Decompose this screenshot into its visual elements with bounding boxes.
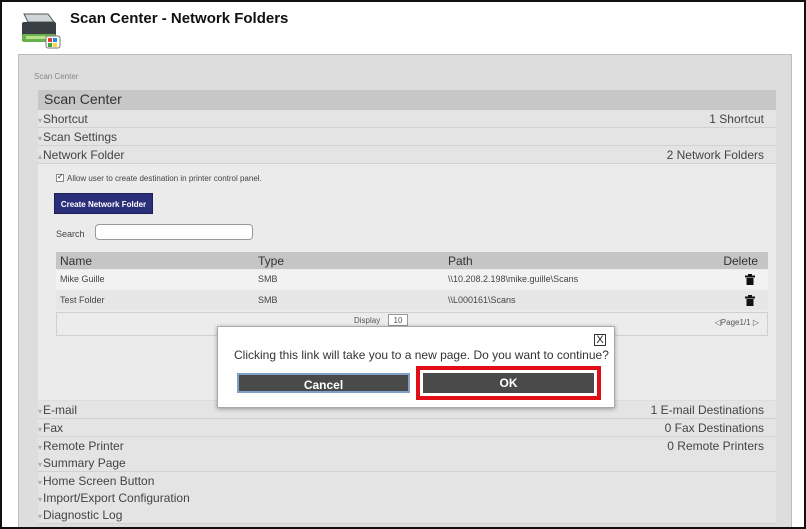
cell-name[interactable]: Test Folder <box>60 295 105 305</box>
row-summary-page[interactable]: Summary Page <box>38 454 776 472</box>
allow-create-checkbox[interactable]: Allow user to create destination in prin… <box>56 172 262 183</box>
row-label: Remote Printer <box>38 439 124 453</box>
pager[interactable]: ◁Page1/1 ▷ <box>715 318 759 327</box>
row-home-screen-button[interactable]: Home Screen Button <box>38 472 776 490</box>
row-label: Scan Settings <box>38 130 117 144</box>
ok-button[interactable]: OK <box>423 373 594 393</box>
row-label: Summary Page <box>38 456 126 470</box>
search-label: Search <box>56 229 85 239</box>
cancel-button[interactable]: Cancel <box>237 373 410 393</box>
row-label: Home Screen Button <box>38 474 154 488</box>
display-label: Display <box>354 316 381 325</box>
row-label: E-mail <box>38 403 77 417</box>
row-remote-printer[interactable]: Remote Printer 0 Remote Printers <box>38 437 776 455</box>
close-icon[interactable]: X <box>594 334 606 346</box>
row-count: 1 Shortcut <box>709 112 764 126</box>
page-title: Scan Center - Network Folders <box>70 10 289 27</box>
checkbox-label: Allow user to create destination in prin… <box>67 174 262 183</box>
cell-path: \\10.208.2.198\mike.guille\Scans <box>448 274 579 284</box>
create-network-folder-button[interactable]: Create Network Folder <box>54 193 153 214</box>
dialog-message: Clicking this link will take you to a ne… <box>234 348 609 362</box>
row-count: 0 Fax Destinations <box>664 421 764 435</box>
checkbox[interactable] <box>56 172 64 182</box>
row-label: Network Folder <box>38 148 124 162</box>
app-window: Scan Center - Network Folders Scan Cente… <box>0 0 806 529</box>
row-shortcut[interactable]: Shortcut 1 Shortcut <box>38 110 776 128</box>
display-count-select[interactable]: 10 <box>388 314 408 326</box>
cell-path: \\L000161\Scans <box>448 295 516 305</box>
section-header: Scan Center <box>38 90 776 110</box>
row-label: Diagnostic Log <box>38 508 122 522</box>
cell-type: SMB <box>258 295 278 305</box>
breadcrumb[interactable]: Scan Center <box>34 72 78 81</box>
row-scan-settings[interactable]: Scan Settings <box>38 128 776 146</box>
table-header: Name Type Path Delete <box>56 252 768 269</box>
trash-icon[interactable] <box>745 295 755 306</box>
search-input[interactable] <box>95 224 253 240</box>
table-row[interactable]: Mike Guille SMB \\10.208.2.198\mike.guil… <box>56 270 768 289</box>
row-count: 0 Remote Printers <box>667 439 764 453</box>
row-network-folder[interactable]: Network Folder 2 Network Folders <box>38 146 776 164</box>
row-count: 2 Network Folders <box>666 148 764 162</box>
row-count: 1 E-mail Destinations <box>650 403 764 417</box>
cell-type: SMB <box>258 274 278 284</box>
row-diagnostic-log[interactable]: Diagnostic Log <box>38 506 776 524</box>
row-fax[interactable]: Fax 0 Fax Destinations <box>38 419 776 437</box>
row-label: Import/Export Configuration <box>38 491 190 505</box>
col-type[interactable]: Type <box>258 254 284 268</box>
app-header: Scan Center - Network Folders <box>4 4 804 52</box>
row-label: Shortcut <box>38 112 88 126</box>
section-title: Scan Center <box>44 91 122 107</box>
row-import-export[interactable]: Import/Export Configuration <box>38 489 776 507</box>
cell-name[interactable]: Mike Guille <box>60 274 105 284</box>
scanner-icon <box>22 13 61 49</box>
col-path[interactable]: Path <box>448 254 473 268</box>
table-row[interactable]: Test Folder SMB \\L000161\Scans <box>56 291 768 310</box>
trash-icon[interactable] <box>745 274 755 285</box>
row-label: Fax <box>38 421 63 435</box>
col-delete: Delete <box>723 254 758 268</box>
col-name[interactable]: Name <box>60 254 92 268</box>
